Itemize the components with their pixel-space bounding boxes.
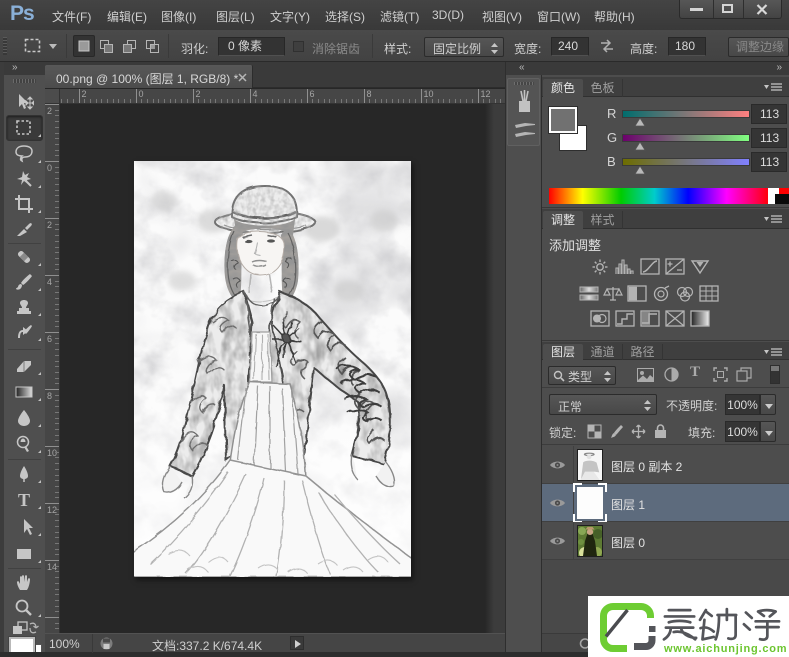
svg-text:T: T bbox=[18, 490, 30, 510]
